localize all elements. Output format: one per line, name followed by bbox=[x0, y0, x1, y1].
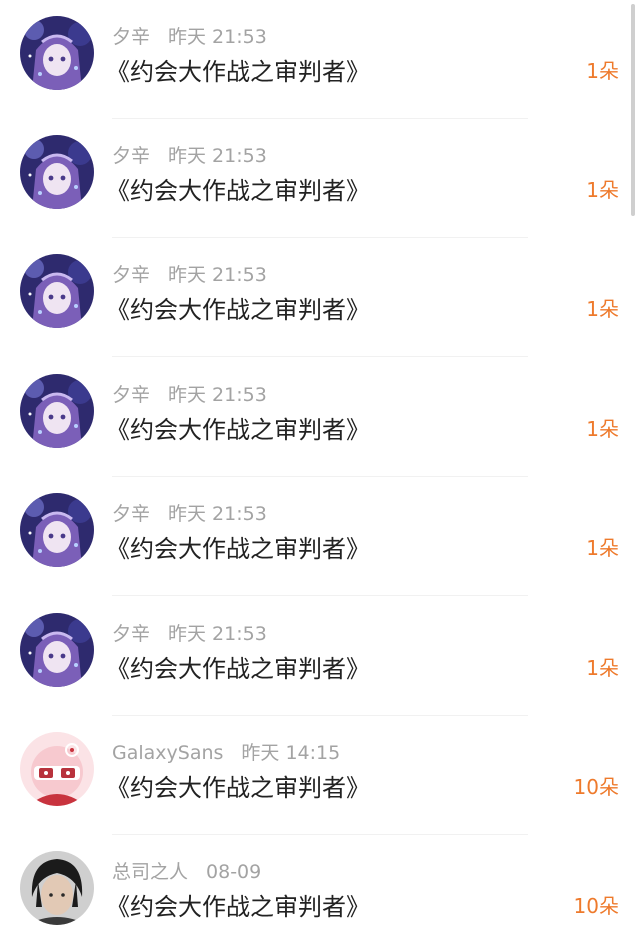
sender-name: 夕辛 bbox=[112, 623, 151, 645]
list-item[interactable]: 夕辛 昨天 21:53 《约会大作战之审判者》 1朵 bbox=[0, 597, 640, 716]
timestamp: 昨天 21:53 bbox=[168, 264, 267, 286]
sender-name: 夕辛 bbox=[112, 503, 151, 525]
timestamp: 昨天 21:53 bbox=[168, 145, 267, 167]
timestamp: 昨天 21:53 bbox=[168, 623, 267, 645]
book-title: 《约会大作战之审判者》 bbox=[106, 774, 370, 802]
list-item[interactable]: 夕辛 昨天 21:53 《约会大作战之审判者》 1朵 bbox=[0, 477, 640, 596]
timestamp: 昨天 21:53 bbox=[168, 384, 267, 406]
list-item[interactable]: 夕辛 昨天 21:53 《约会大作战之审判者》 1朵 bbox=[0, 0, 640, 119]
anime-purple-avatar-icon bbox=[20, 135, 94, 209]
avatar[interactable] bbox=[20, 135, 94, 209]
item-meta: 夕辛 昨天 21:53 bbox=[112, 380, 267, 407]
book-title: 《约会大作战之审判者》 bbox=[106, 416, 370, 444]
list-item[interactable]: 夕辛 昨天 21:53 《约会大作战之审判者》 1朵 bbox=[0, 119, 640, 238]
avatar[interactable] bbox=[20, 732, 94, 806]
item-meta: 夕辛 昨天 21:53 bbox=[112, 499, 267, 526]
timestamp: 昨天 21:53 bbox=[168, 503, 267, 525]
sender-name: 夕辛 bbox=[112, 26, 151, 48]
book-title: 《约会大作战之审判者》 bbox=[106, 535, 370, 563]
list-item[interactable]: GalaxySans 昨天 14:15 《约会大作战之审判者》 10朵 bbox=[0, 716, 640, 835]
sender-name: GalaxySans bbox=[112, 742, 224, 764]
anime-purple-avatar-icon bbox=[20, 254, 94, 328]
flower-count: 1朵 bbox=[586, 656, 619, 680]
list-item[interactable]: 夕辛 昨天 21:53 《约会大作战之审判者》 1朵 bbox=[0, 238, 640, 357]
avatar[interactable] bbox=[20, 613, 94, 687]
timestamp: 昨天 14:15 bbox=[241, 742, 341, 764]
avatar[interactable] bbox=[20, 16, 94, 90]
book-title: 《约会大作战之审判者》 bbox=[106, 655, 370, 683]
gift-record-list: 夕辛 昨天 21:53 《约会大作战之审判者》 1朵 夕辛 昨天 21:53 《… bbox=[0, 0, 640, 946]
book-title: 《约会大作战之审判者》 bbox=[106, 296, 370, 324]
flower-count: 10朵 bbox=[573, 775, 619, 799]
scrollbar[interactable] bbox=[631, 4, 635, 216]
flower-count: 1朵 bbox=[586, 417, 619, 441]
flower-count: 1朵 bbox=[586, 297, 619, 321]
anime-purple-avatar-icon bbox=[20, 16, 94, 90]
book-title: 《约会大作战之审判者》 bbox=[106, 58, 370, 86]
timestamp: 昨天 21:53 bbox=[168, 26, 267, 48]
book-title: 《约会大作战之审判者》 bbox=[106, 893, 370, 921]
divider bbox=[112, 595, 528, 596]
timestamp: 08-09 bbox=[206, 861, 262, 883]
cartoon-face-avatar-icon bbox=[20, 732, 94, 806]
sender-name: 夕辛 bbox=[112, 145, 151, 167]
avatar[interactable] bbox=[20, 254, 94, 328]
item-meta: 夕辛 昨天 21:53 bbox=[112, 22, 267, 49]
flower-count: 1朵 bbox=[586, 178, 619, 202]
avatar[interactable] bbox=[20, 851, 94, 925]
anime-purple-avatar-icon bbox=[20, 374, 94, 448]
item-meta: 夕辛 昨天 21:53 bbox=[112, 260, 267, 287]
avatar[interactable] bbox=[20, 493, 94, 567]
anime-purple-avatar-icon bbox=[20, 493, 94, 567]
person-photo-avatar-icon bbox=[20, 851, 94, 925]
sender-name: 总司之人 bbox=[112, 861, 189, 883]
anime-purple-avatar-icon bbox=[20, 613, 94, 687]
sender-name: 夕辛 bbox=[112, 384, 151, 406]
sender-name: 夕辛 bbox=[112, 264, 151, 286]
item-meta: 夕辛 昨天 21:53 bbox=[112, 619, 267, 646]
flower-count: 10朵 bbox=[573, 894, 619, 918]
avatar[interactable] bbox=[20, 374, 94, 448]
flower-count: 1朵 bbox=[586, 59, 619, 83]
list-item[interactable]: 总司之人 08-09 《约会大作战之审判者》 10朵 bbox=[0, 835, 640, 946]
item-meta: 夕辛 昨天 21:53 bbox=[112, 141, 267, 168]
book-title: 《约会大作战之审判者》 bbox=[106, 177, 370, 205]
divider bbox=[112, 356, 528, 357]
list-item[interactable]: 夕辛 昨天 21:53 《约会大作战之审判者》 1朵 bbox=[0, 358, 640, 477]
flower-count: 1朵 bbox=[586, 536, 619, 560]
item-meta: 总司之人 08-09 bbox=[112, 857, 261, 884]
item-meta: GalaxySans 昨天 14:15 bbox=[112, 738, 340, 765]
